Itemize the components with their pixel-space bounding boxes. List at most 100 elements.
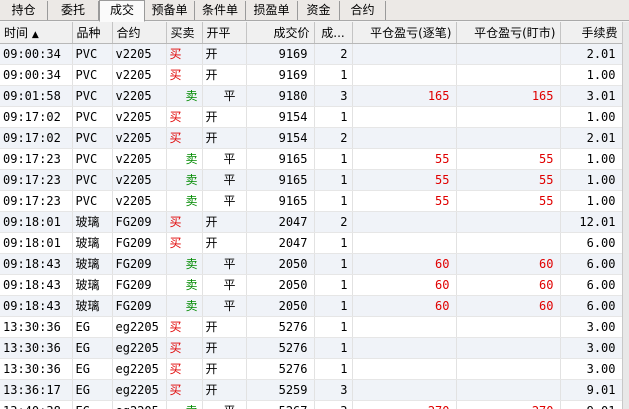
cell-product: 玻璃 bbox=[72, 253, 113, 275]
table-row[interactable]: 13:30:36 EG eg2205 买 开 5276 1 3.00 bbox=[0, 358, 622, 380]
cell-qty-text: 1 bbox=[340, 151, 348, 166]
cell-contract: v2205 bbox=[112, 64, 167, 86]
cell-pnl-mtm-text: 165 bbox=[531, 88, 554, 103]
col-header-price[interactable]: 成交价 bbox=[246, 22, 315, 44]
cell-pnl-trade bbox=[352, 232, 457, 254]
vertical-scrollbar[interactable] bbox=[622, 22, 629, 409]
cell-offset: 平 bbox=[202, 253, 247, 275]
tab-bar: 持仓 委托 成交 预备单 条件单 损盈单 资金 合约 bbox=[0, 0, 629, 22]
cell-contract: FG209 bbox=[112, 232, 167, 254]
cell-side-text: 卖 bbox=[185, 173, 198, 187]
cell-offset: 平 bbox=[202, 190, 247, 212]
cell-fee: 6.00 bbox=[560, 295, 622, 317]
cell-side-text: 买 bbox=[169, 236, 182, 250]
cell-price: 9154 bbox=[246, 106, 315, 128]
cell-product: PVC bbox=[72, 85, 113, 107]
col-header-fee[interactable]: 手续费 bbox=[560, 22, 622, 44]
cell-price-text: 9165 bbox=[278, 172, 308, 187]
table-row[interactable]: 09:01:58 PVC v2205 卖 平 9180 3 165 165 3.01 bbox=[0, 85, 622, 107]
cell-time: 13:30:36 bbox=[0, 358, 73, 380]
table-row[interactable]: 13:40:38 EG eg2205 卖 平 5267 3 270 270 9.01 bbox=[0, 400, 622, 409]
cell-offset: 平 bbox=[202, 148, 247, 170]
table-row[interactable]: 09:18:43 玻璃 FG209 卖 平 2050 1 60 60 6.00 bbox=[0, 274, 622, 296]
cell-product-text: PVC bbox=[75, 151, 98, 166]
cell-price-text: 5276 bbox=[278, 319, 308, 334]
table-row[interactable]: 09:17:23 PVC v2205 卖 平 9165 1 55 55 1.00 bbox=[0, 169, 622, 191]
col-header-side[interactable]: 买卖 bbox=[166, 22, 203, 44]
cell-contract-text: FG209 bbox=[115, 298, 152, 313]
tab-1[interactable]: 委托 bbox=[48, 1, 99, 20]
cell-contract-text: FG209 bbox=[115, 235, 152, 250]
cell-fee-text: 6.00 bbox=[586, 298, 616, 313]
tab-4[interactable]: 条件单 bbox=[195, 1, 246, 20]
cell-pnl-mtm-text: 60 bbox=[539, 277, 554, 292]
table-row[interactable]: 09:00:34 PVC v2205 买 开 9169 1 1.00 bbox=[0, 64, 622, 86]
cell-time: 09:18:01 bbox=[0, 211, 73, 233]
cell-offset-text: 平 bbox=[223, 278, 236, 292]
col-header-offset[interactable]: 开平 bbox=[202, 22, 247, 44]
cell-time: 09:17:02 bbox=[0, 127, 73, 149]
tab-6[interactable]: 资金 bbox=[298, 1, 340, 20]
col-header-time[interactable]: 时间 ▲ bbox=[0, 22, 73, 44]
col-header-pnl-mtm[interactable]: 平仓盈亏(盯市) bbox=[456, 22, 561, 44]
tab-7[interactable]: 合约 bbox=[340, 1, 386, 20]
cell-time-text: 09:18:01 bbox=[3, 235, 61, 250]
trades-grid[interactable]: 时间 ▲ 品种 合约 买卖 开平 成交价 成... 平仓盈亏(逐笔) 平仓盈亏(… bbox=[0, 22, 622, 409]
table-row[interactable]: 09:18:43 玻璃 FG209 卖 平 2050 1 60 60 6.00 bbox=[0, 295, 622, 317]
cell-price-text: 9165 bbox=[278, 151, 308, 166]
table-row[interactable]: 09:17:23 PVC v2205 卖 平 9165 1 55 55 1.00 bbox=[0, 190, 622, 212]
cell-price: 2050 bbox=[246, 274, 315, 296]
cell-time-text: 13:30:36 bbox=[3, 361, 61, 376]
cell-product-text: PVC bbox=[75, 46, 98, 61]
cell-contract: v2205 bbox=[112, 85, 167, 107]
cell-pnl-trade: 60 bbox=[352, 274, 457, 296]
cell-fee: 3.00 bbox=[560, 316, 622, 338]
table-row[interactable]: 09:17:02 PVC v2205 买 开 9154 2 2.01 bbox=[0, 127, 622, 149]
col-header-pnl-trade[interactable]: 平仓盈亏(逐笔) bbox=[352, 22, 457, 44]
table-row[interactable]: 09:00:34 PVC v2205 买 开 9169 2 2.01 bbox=[0, 43, 622, 65]
cell-price-text: 5276 bbox=[278, 361, 308, 376]
table-row[interactable]: 09:18:43 玻璃 FG209 卖 平 2050 1 60 60 6.00 bbox=[0, 253, 622, 275]
cell-time: 09:00:34 bbox=[0, 43, 73, 65]
cell-offset: 开 bbox=[202, 43, 247, 65]
cell-offset: 开 bbox=[202, 379, 247, 401]
table-row[interactable]: 09:17:23 PVC v2205 卖 平 9165 1 55 55 1.00 bbox=[0, 148, 622, 170]
cell-offset-text: 开 bbox=[205, 131, 218, 145]
cell-pnl-mtm: 60 bbox=[456, 253, 561, 275]
cell-qty-text: 2 bbox=[340, 46, 348, 61]
cell-pnl-trade-text: 60 bbox=[435, 298, 450, 313]
cell-pnl-mtm bbox=[456, 316, 561, 338]
cell-pnl-mtm: 55 bbox=[456, 190, 561, 212]
tab-0[interactable]: 持仓 bbox=[0, 1, 48, 20]
cell-contract-text: v2205 bbox=[115, 130, 152, 145]
table-row[interactable]: 09:17:02 PVC v2205 买 开 9154 1 1.00 bbox=[0, 106, 622, 128]
cell-contract: FG209 bbox=[112, 253, 167, 275]
col-header-qty[interactable]: 成... bbox=[314, 22, 353, 44]
tab-2[interactable]: 成交 bbox=[99, 0, 145, 22]
cell-contract-text: FG209 bbox=[115, 277, 152, 292]
table-row[interactable]: 13:30:36 EG eg2205 买 开 5276 1 3.00 bbox=[0, 316, 622, 338]
cell-fee: 2.01 bbox=[560, 127, 622, 149]
cell-offset-text: 开 bbox=[205, 236, 218, 250]
cell-pnl-trade: 270 bbox=[352, 400, 457, 409]
cell-contract-text: eg2205 bbox=[115, 361, 159, 376]
tab-3[interactable]: 预备单 bbox=[145, 1, 195, 20]
cell-pnl-trade bbox=[352, 316, 457, 338]
cell-contract: v2205 bbox=[112, 127, 167, 149]
tab-5[interactable]: 损盈单 bbox=[246, 1, 298, 20]
cell-offset: 平 bbox=[202, 400, 247, 409]
table-row[interactable]: 09:18:01 玻璃 FG209 买 开 2047 1 6.00 bbox=[0, 232, 622, 254]
table-row[interactable]: 13:30:36 EG eg2205 买 开 5276 1 3.00 bbox=[0, 337, 622, 359]
table-row[interactable]: 09:18:01 玻璃 FG209 买 开 2047 2 12.01 bbox=[0, 211, 622, 233]
cell-side: 买 bbox=[166, 127, 203, 149]
cell-side-text: 买 bbox=[169, 383, 182, 397]
cell-time: 09:01:58 bbox=[0, 85, 73, 107]
cell-qty: 2 bbox=[314, 127, 353, 149]
cell-price: 5276 bbox=[246, 358, 315, 380]
cell-contract: eg2205 bbox=[112, 316, 167, 338]
cell-time-text: 09:00:34 bbox=[3, 46, 61, 61]
col-header-product[interactable]: 品种 bbox=[72, 22, 113, 44]
col-header-contract[interactable]: 合约 bbox=[112, 22, 167, 44]
table-row[interactable]: 13:36:17 EG eg2205 买 开 5259 3 9.01 bbox=[0, 379, 622, 401]
cell-time-text: 13:40:38 bbox=[3, 404, 61, 409]
